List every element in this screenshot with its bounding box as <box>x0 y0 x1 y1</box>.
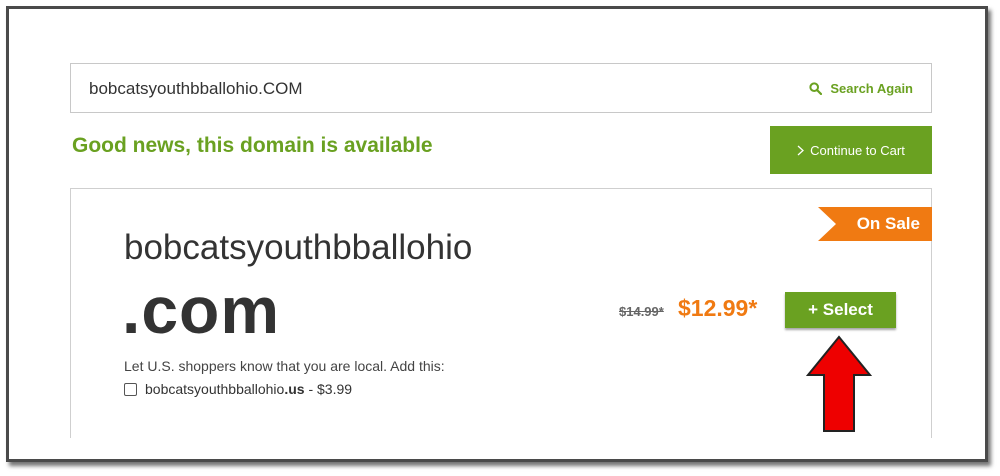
search-bar: bobcatsyouthbballohio.COM Search Again <box>70 63 932 113</box>
addon-checkbox[interactable] <box>124 382 137 396</box>
chevron-right-icon <box>797 145 805 155</box>
local-upsell-prompt: Let U.S. shoppers know that you are loca… <box>124 358 445 374</box>
search-input[interactable]: bobcatsyouthbballohio.COM <box>89 79 303 99</box>
domain-name: bobcatsyouthbballohio <box>124 228 473 267</box>
red-arrow-up-icon <box>806 335 872 432</box>
addon-option[interactable]: bobcatsyouthbballohio.us - $3.99 <box>124 381 352 397</box>
domain-tld: .com <box>122 273 281 347</box>
addon-price: - $3.99 <box>304 381 353 397</box>
select-button[interactable]: + Select <box>785 292 896 328</box>
addon-domain: bobcatsyouthbballohio <box>145 381 285 397</box>
original-price: $14.99* <box>619 304 664 319</box>
sale-price: $12.99* <box>678 295 758 321</box>
addon-tld: .us <box>284 381 305 397</box>
search-again-button[interactable]: Search Again <box>809 81 913 96</box>
addon-label: bobcatsyouthbballohio.us - $3.99 <box>145 381 352 397</box>
continue-to-cart-label: Continue to Cart <box>810 142 905 158</box>
continue-to-cart-button[interactable]: Continue to Cart <box>770 126 932 174</box>
availability-message: Good news, this domain is available <box>72 134 433 157</box>
search-icon <box>809 82 823 95</box>
search-again-label: Search Again <box>830 81 913 96</box>
